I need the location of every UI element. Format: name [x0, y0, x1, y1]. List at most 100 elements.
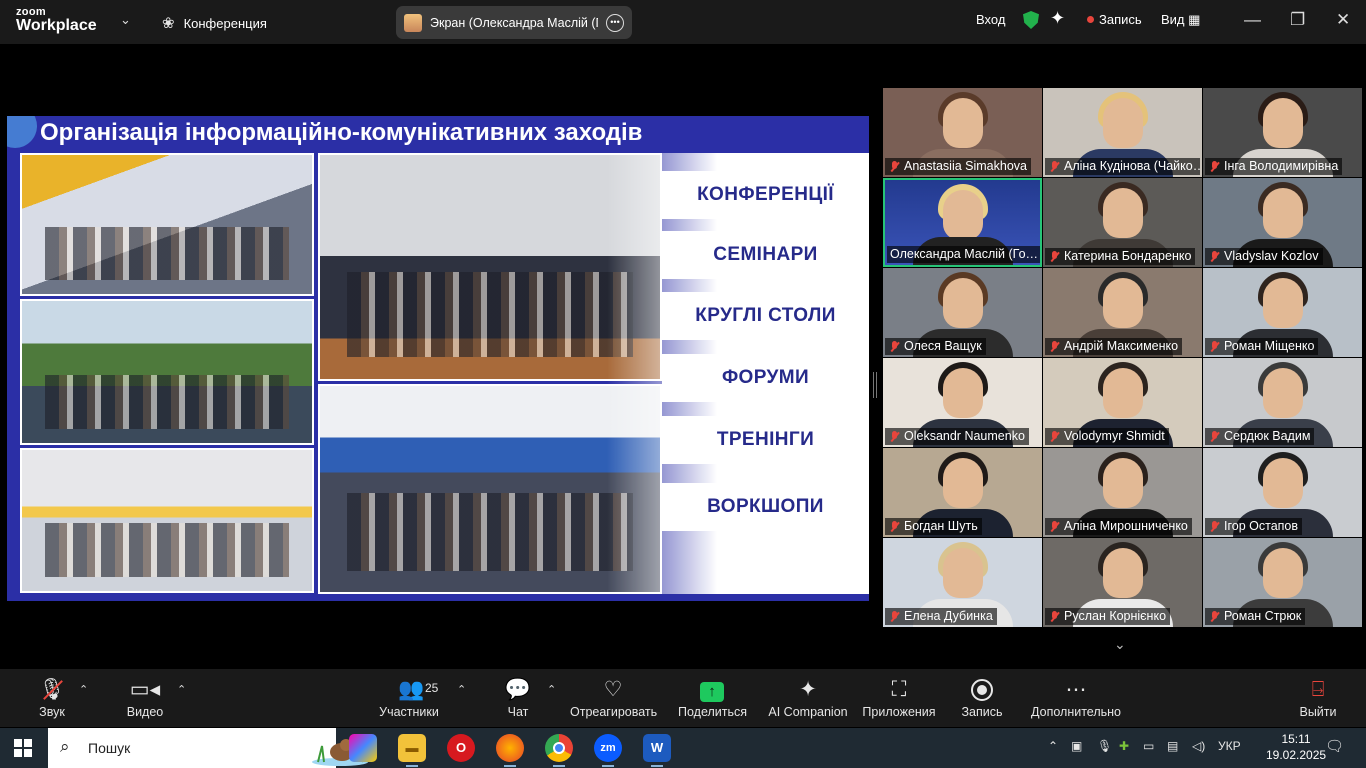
- participant-tile[interactable]: Ігор Остапов: [1203, 448, 1362, 537]
- tray-microphone-icon[interactable]: 🎙: [1097, 739, 1112, 753]
- record-button[interactable]: Запись: [960, 677, 1004, 719]
- participant-tile[interactable]: Volodymyr Shmidt: [1043, 358, 1202, 447]
- participant-face: [942, 98, 983, 148]
- topic-label: КРУГЛІ СТОЛИ: [662, 292, 869, 340]
- participant-name-tag: Ігор Остапов: [1205, 518, 1303, 535]
- language-indicator[interactable]: УКР: [1218, 739, 1241, 753]
- presenter-avatar: [404, 13, 422, 32]
- participant-tile[interactable]: Елена Дубинка: [883, 538, 1042, 627]
- chat-options-caret-icon[interactable]: ⌃: [547, 683, 556, 696]
- chat-label: Чат: [507, 705, 529, 719]
- audio-label: Звук: [39, 705, 65, 719]
- participant-name: Ігор Остапов: [1224, 519, 1299, 533]
- leave-label: Выйти: [1299, 705, 1337, 719]
- active-speaker-tile[interactable]: Олександра Маслій (Го…: [883, 178, 1042, 267]
- tray-network-icon[interactable]: ▤: [1167, 739, 1178, 753]
- muted-mic-icon: [1208, 250, 1221, 263]
- participant-tile[interactable]: Сердюк Вадим: [1203, 358, 1362, 447]
- security-shield-icon[interactable]: [1023, 11, 1039, 29]
- ai-companion-button[interactable]: ✦ AI Companion: [768, 677, 848, 719]
- leave-button[interactable]: ⍈ Выйти: [1298, 677, 1338, 719]
- meeting-info-button[interactable]: ❀ Конференция: [162, 14, 267, 32]
- participant-name: Роман Стрюк: [1224, 609, 1302, 623]
- topic-label: СЕМІНАРИ: [662, 231, 869, 279]
- participant-name-tag: Олександра Маслій (Го…: [887, 246, 1040, 263]
- apps-button[interactable]: ⛶ Приложения: [861, 677, 937, 719]
- word-icon[interactable]: W: [643, 734, 671, 767]
- tray-app-icon[interactable]: ✚: [1119, 739, 1129, 753]
- participant-tile[interactable]: Богдан Шуть: [883, 448, 1042, 537]
- zoom-workplace-logo[interactable]: zoom Workplace: [16, 7, 97, 34]
- participants-options-caret-icon[interactable]: ⌃: [457, 683, 466, 696]
- muted-mic-icon: [1208, 610, 1221, 623]
- tray-show-hidden-icon[interactable]: ⌃: [1048, 739, 1058, 753]
- gallery-scroll-down-icon[interactable]: ⌄: [1114, 636, 1126, 653]
- screen-share-indicator[interactable]: Экран (Олександра Маслій (Го… •••: [396, 6, 632, 39]
- tray-battery-icon[interactable]: ▭: [1143, 739, 1154, 753]
- participant-face: [1262, 98, 1303, 148]
- tray-volume-icon[interactable]: ◁): [1192, 739, 1205, 753]
- panel-resize-handle[interactable]: [873, 372, 877, 398]
- signin-button[interactable]: Вход: [976, 12, 1005, 27]
- ai-companion-label: AI Companion: [768, 705, 848, 719]
- copilot-icon[interactable]: [349, 734, 377, 762]
- file-explorer-icon[interactable]: ▬: [398, 734, 426, 767]
- chevron-down-icon[interactable]: ⌄: [120, 12, 131, 28]
- zoom-icon[interactable]: zm: [594, 734, 622, 767]
- muted-mic-icon: [1048, 250, 1061, 263]
- audio-button[interactable]: 🎙 Звук: [34, 677, 70, 719]
- participant-tile[interactable]: Oleksandr Naumenko: [883, 358, 1042, 447]
- participant-tile[interactable]: Аліна Кудінова (Чайко…: [1043, 88, 1202, 177]
- slide-decoration: [7, 116, 37, 148]
- participant-tile[interactable]: Андрій Максименко: [1043, 268, 1202, 357]
- chrome-icon[interactable]: [545, 734, 573, 767]
- participant-tile[interactable]: Інга Володимирівна: [1203, 88, 1362, 177]
- video-options-caret-icon[interactable]: ⌃: [177, 683, 186, 696]
- opera-icon[interactable]: O: [447, 734, 475, 762]
- firefox-icon[interactable]: [496, 734, 524, 767]
- participant-tile[interactable]: Anastasiia Simakhova: [883, 88, 1042, 177]
- recording-indicator[interactable]: Запись: [1087, 12, 1142, 27]
- more-options-icon[interactable]: •••: [606, 13, 624, 32]
- participant-tile[interactable]: Аліна Мирошниченко: [1043, 448, 1202, 537]
- close-icon[interactable]: ✕: [1336, 10, 1350, 30]
- audio-options-caret-icon[interactable]: ⌃: [79, 683, 88, 696]
- participant-face: [1262, 278, 1303, 328]
- taskbar-clock[interactable]: 15:11 19.02.2025: [1266, 731, 1326, 763]
- participant-name: Богдан Шуть: [904, 519, 978, 533]
- react-button[interactable]: ♡ Отреагировать: [570, 677, 657, 719]
- participant-tile[interactable]: Vladyslav Kozlov: [1203, 178, 1362, 267]
- tray-device-icon[interactable]: ▣: [1071, 739, 1082, 753]
- muted-mic-icon: [888, 430, 901, 443]
- participant-tile[interactable]: Роман Міщенко: [1203, 268, 1362, 357]
- more-button[interactable]: ⋯ Дополнительно: [1030, 677, 1122, 719]
- participant-name-tag: Андрій Максименко: [1045, 338, 1183, 355]
- video-button[interactable]: ▭◂ Видео: [124, 677, 166, 719]
- ai-sparkle-icon[interactable]: ✦: [1050, 8, 1065, 29]
- chat-button[interactable]: 💬 Чат: [500, 677, 536, 719]
- windows-start-icon[interactable]: [14, 739, 32, 757]
- grid-view-icon: ▦: [1188, 12, 1201, 27]
- muted-mic-icon: [1048, 340, 1061, 353]
- apps-label: Приложения: [862, 705, 936, 719]
- participant-tile[interactable]: Олеся Ващук: [883, 268, 1042, 357]
- participant-tile[interactable]: Роман Стрюк: [1203, 538, 1362, 627]
- participant-face: [1102, 368, 1143, 418]
- taskbar-search-box[interactable]: ⌕ Пошук: [48, 728, 368, 768]
- notification-icon[interactable]: 🗨: [1325, 737, 1344, 755]
- participant-tile[interactable]: Руслан Корнієнко: [1043, 538, 1202, 627]
- share-screen-button[interactable]: ↑ Поделиться: [678, 677, 747, 719]
- more-dots-icon: ⋯: [1065, 678, 1087, 701]
- participant-name: Олександра Маслій (Го…: [890, 247, 1039, 261]
- participant-face: [1262, 368, 1303, 418]
- participant-name: Oleksandr Naumenko: [904, 429, 1025, 443]
- participant-name: Сердюк Вадим: [1224, 429, 1311, 443]
- minimize-icon[interactable]: —: [1244, 10, 1261, 30]
- participant-tile[interactable]: Катерина Бондаренко: [1043, 178, 1202, 267]
- participant-name-tag: Елена Дубинка: [885, 608, 997, 625]
- participant-name: Роман Міщенко: [1224, 339, 1315, 353]
- view-button[interactable]: Вид ▦: [1161, 12, 1200, 28]
- muted-mic-icon: [1048, 520, 1061, 533]
- restore-icon[interactable]: ❐: [1290, 10, 1305, 30]
- logo-bottom-text: Workplace: [16, 17, 97, 34]
